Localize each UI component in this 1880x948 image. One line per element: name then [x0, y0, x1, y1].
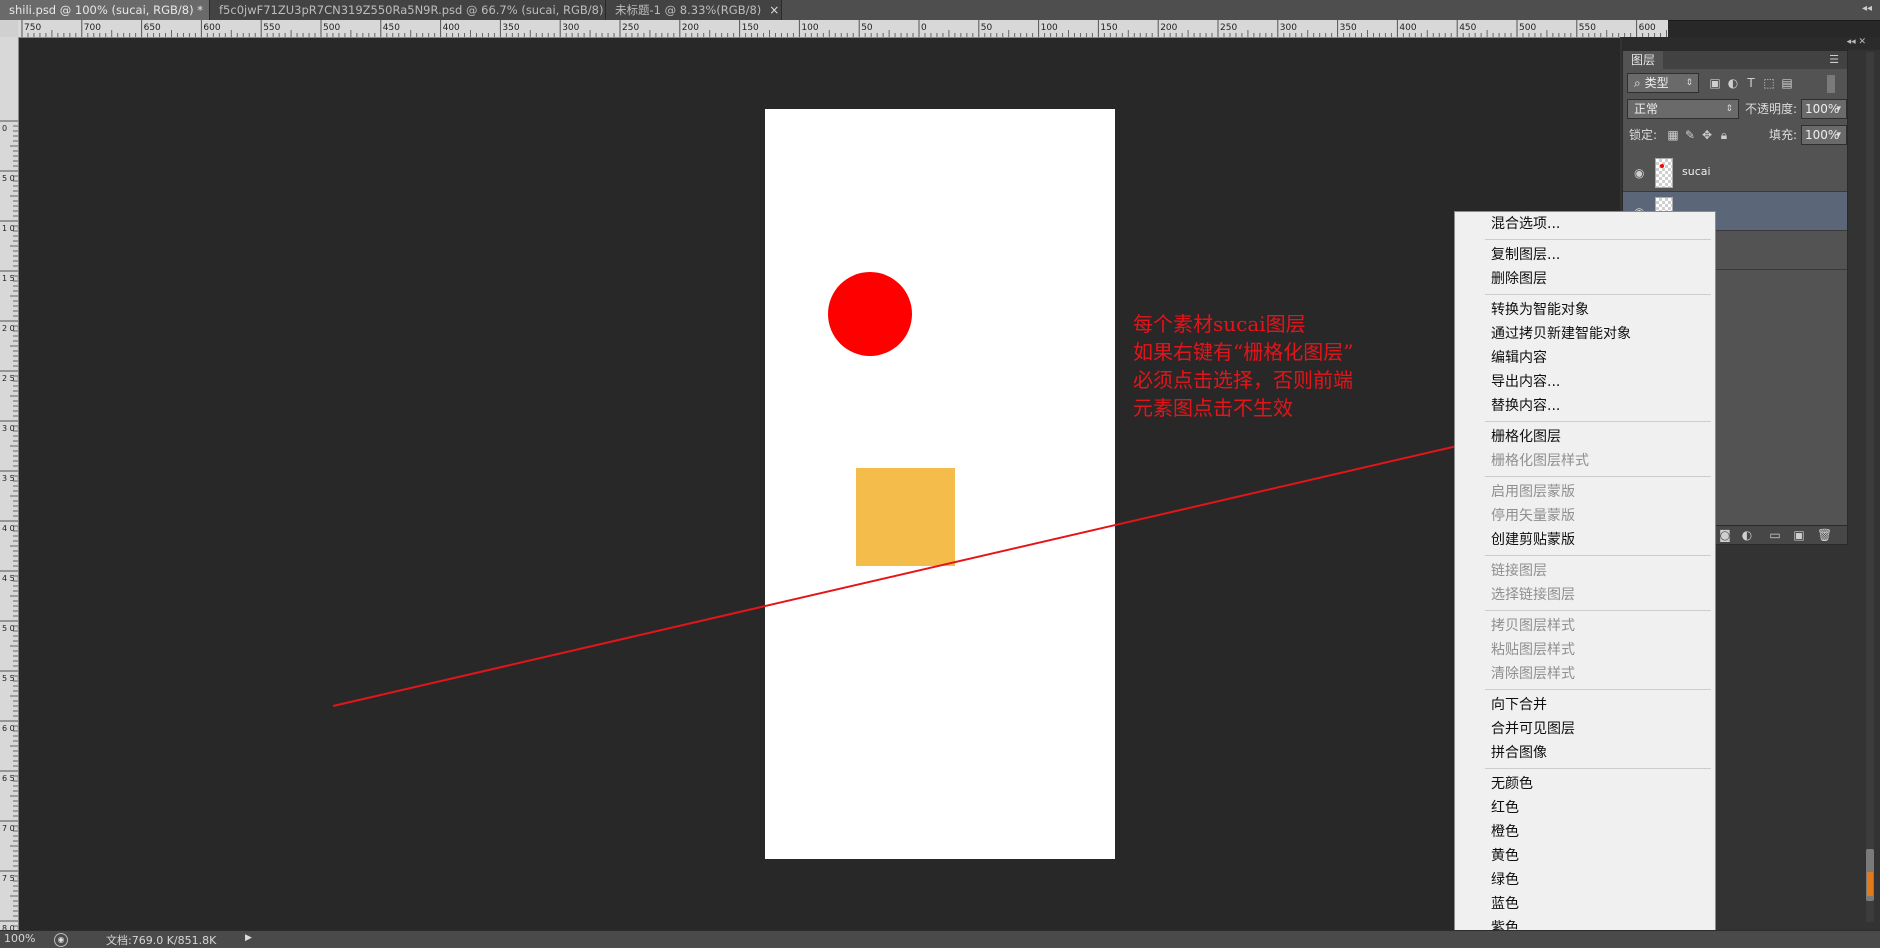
updown-icon: ⇕: [1725, 104, 1733, 114]
adjustment-filter-icon[interactable]: ◐: [1727, 77, 1739, 89]
panel-menu-icon[interactable]: ☰: [1829, 53, 1839, 66]
context-menu-item[interactable]: 栅格化图层: [1491, 429, 1561, 446]
context-menu-item: 栅格化图层样式: [1491, 453, 1589, 469]
context-menu-item[interactable]: 替换内容...: [1491, 398, 1560, 415]
fill-label: 填充:: [1769, 128, 1798, 142]
scrollbar-indicator: [1867, 872, 1873, 896]
context-menu-item[interactable]: 无颜色: [1491, 776, 1533, 793]
context-menu-item[interactable]: 红色: [1491, 800, 1519, 817]
layer-filter-select[interactable]: ⌕ 类型 ⇕: [1627, 73, 1699, 93]
lock-transparent-icon[interactable]: ▦: [1667, 129, 1679, 141]
context-menu-item[interactable]: 蓝色: [1491, 896, 1519, 913]
opacity-input[interactable]: 100% ▾: [1801, 99, 1847, 119]
menu-separator: [1485, 239, 1711, 240]
new-group-icon[interactable]: ▭: [1769, 529, 1781, 541]
menu-separator: [1485, 421, 1711, 422]
search-icon: ⌕: [1634, 76, 1641, 90]
add-mask-icon[interactable]: ◙: [1719, 529, 1731, 541]
menu-separator: [1485, 768, 1711, 769]
layer-thumbnail: [1655, 158, 1673, 188]
layer-context-menu: 混合选项... 复制图层... 删除图层转换为智能对象通过拷贝新建智能对象 编辑内容导…: [1454, 211, 1716, 947]
zoom-level[interactable]: 100%: [4, 932, 35, 945]
menu-separator: [1485, 555, 1711, 556]
context-menu-item[interactable]: 绿色: [1491, 872, 1519, 889]
smartobject-filter-icon[interactable]: ▤: [1781, 77, 1793, 89]
blend-mode-value: 正常: [1634, 102, 1659, 116]
context-menu-item[interactable]: 编辑内容: [1491, 350, 1547, 367]
lock-image-icon[interactable]: ✎: [1684, 129, 1696, 141]
menu-separator: [1485, 294, 1711, 295]
trash-icon[interactable]: 🗑︎: [1817, 529, 1832, 541]
updown-icon: ⇕: [1685, 78, 1693, 88]
layer-name[interactable]: sucai: [1682, 165, 1711, 178]
menu-separator: [1485, 689, 1711, 690]
new-layer-icon[interactable]: ▣: [1793, 529, 1805, 541]
lock-position-icon[interactable]: ✥: [1701, 129, 1713, 141]
context-menu-item: 粘贴图层样式: [1491, 642, 1575, 658]
context-menu-item: 链接图层: [1491, 563, 1547, 579]
context-menu-item[interactable]: 向下合并: [1491, 697, 1547, 714]
panel-scrollbar[interactable]: [1866, 52, 1874, 922]
chevron-down-icon: ▾: [1836, 130, 1841, 140]
blend-mode-select[interactable]: 正常 ⇕: [1627, 99, 1739, 119]
filter-toggle-switch[interactable]: [1827, 75, 1835, 93]
context-menu-item[interactable]: 混合选项...: [1491, 216, 1560, 233]
context-menu-item[interactable]: 删除图层: [1491, 271, 1547, 288]
context-menu-item[interactable]: 转换为智能对象: [1491, 302, 1589, 319]
lock-all-icon[interactable]: 🔒︎: [1718, 129, 1730, 141]
chevron-down-icon: ▾: [1836, 104, 1841, 114]
status-menu-arrow-icon[interactable]: ▶: [245, 933, 252, 943]
opacity-value: 100%: [1805, 102, 1840, 116]
panel-dock-header: ◂◂ ✕: [1622, 37, 1880, 50]
context-menu-item[interactable]: 导出内容...: [1491, 374, 1560, 391]
arrow-line: [332, 442, 1471, 707]
fill-input[interactable]: 100% ▾: [1801, 125, 1847, 145]
layer-row[interactable]: ◉ sucai: [1623, 153, 1847, 192]
collapse-panels-icon[interactable]: ◂◂ ✕: [1847, 37, 1866, 47]
context-menu-item[interactable]: 复制图层...: [1491, 247, 1560, 264]
shape-filter-icon[interactable]: ⬚: [1763, 77, 1775, 89]
context-menu-item: 清除图层样式: [1491, 666, 1575, 682]
menu-separator: [1485, 476, 1711, 477]
pixel-filter-icon[interactable]: ▣: [1709, 77, 1721, 89]
context-menu-item[interactable]: 橙色: [1491, 824, 1519, 841]
status-bar: 100% ◉ 文档:769.0 K/851.8K ▶: [0, 930, 1880, 948]
context-menu-item[interactable]: 合并可见图层: [1491, 721, 1575, 738]
context-menu-item[interactable]: 黄色: [1491, 848, 1519, 865]
layers-panel-tabrow: 图层 ☰: [1623, 51, 1847, 69]
context-menu-item: 停用矢量蒙版: [1491, 508, 1575, 524]
eye-icon[interactable]: ◉: [1634, 166, 1644, 180]
layers-panel-title[interactable]: 图层: [1623, 51, 1664, 69]
context-menu-item: 拷贝图层样式: [1491, 618, 1575, 634]
menu-separator: [1485, 610, 1711, 611]
context-menu-item: 启用图层蒙版: [1491, 484, 1575, 500]
context-menu-item[interactable]: 拼合图像: [1491, 745, 1547, 762]
context-menu-item[interactable]: 创建剪贴蒙版: [1491, 532, 1575, 549]
fill-value: 100%: [1805, 128, 1840, 142]
proof-icon[interactable]: ◉: [54, 933, 68, 947]
context-menu-item[interactable]: 通过拷贝新建智能对象: [1491, 326, 1631, 343]
opacity-label: 不透明度:: [1745, 102, 1798, 116]
lock-label: 锁定:: [1629, 128, 1658, 142]
document-info: 文档:769.0 K/851.8K: [106, 934, 217, 947]
adjustment-layer-icon[interactable]: ◐: [1741, 529, 1753, 541]
layer-filter-label: 类型: [1644, 76, 1669, 90]
context-menu-item: 选择链接图层: [1491, 587, 1575, 603]
thumbnail-dot: [1660, 164, 1664, 168]
type-filter-icon[interactable]: T: [1745, 77, 1757, 89]
